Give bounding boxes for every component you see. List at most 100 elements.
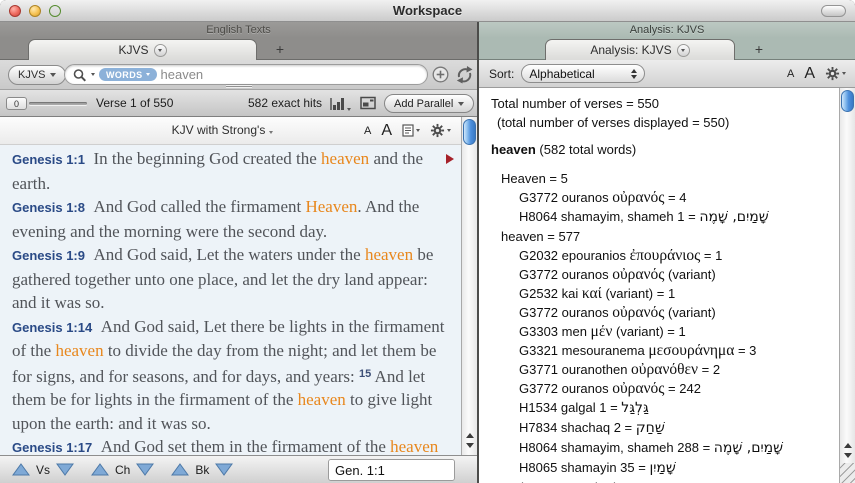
new-tab-button[interactable]: + [262, 38, 298, 60]
greek-word: μέν [591, 323, 613, 340]
hebrew-word: גַּלְגַּל [621, 400, 648, 416]
next-book-button[interactable] [215, 463, 233, 476]
analysis-entry: G2032 epouranios ἐπουράνιος = 1 [489, 246, 839, 265]
entry-text: G3303 men [519, 324, 591, 339]
analysis-entry: G3772 ouranos οὐρανός (variant) [489, 265, 839, 284]
goto-verse-input[interactable] [329, 460, 455, 480]
analysis-entry: H8065 shamayin שָׁמַיִן = 35 [489, 458, 839, 478]
hit-word: Heaven [305, 197, 357, 216]
entry-text: = 288 [677, 440, 714, 455]
greek-word: οὐρανός [612, 266, 664, 283]
workspace-window: Workspace English Texts KJVS + KJVS [0, 0, 855, 483]
entry-text: = 4 [664, 190, 686, 205]
text-display-toolbar: KJV with Strong's A A [0, 117, 477, 145]
previous-verse-button[interactable] [12, 463, 30, 476]
text-browser-icon[interactable] [360, 96, 377, 110]
entry-text: G2532 kai [519, 286, 582, 301]
greek-word: μεσουράνημα [648, 342, 734, 359]
scroll-down-arrow[interactable] [466, 443, 474, 448]
scroll-thumb[interactable] [841, 90, 854, 112]
entry-text: H8065 shamayin [519, 460, 620, 475]
pane-resize-handle[interactable] [226, 84, 252, 88]
entry-text: H7834 shachaq [519, 420, 614, 435]
entry-text: = 2 [698, 362, 720, 377]
scroll-thumb[interactable] [463, 119, 476, 145]
decrease-font-button[interactable]: A [364, 125, 371, 137]
module-select-button[interactable]: KJVS [8, 65, 66, 85]
entry-text: G3772 ouranos [519, 381, 612, 396]
window-resize-grip[interactable] [840, 463, 855, 483]
sort-select[interactable]: Alphabetical [521, 64, 645, 83]
sort-label: Sort: [489, 67, 514, 81]
add-search-term-button[interactable] [432, 66, 449, 83]
next-verse-button[interactable] [56, 463, 74, 476]
decrease-font-button[interactable]: A [787, 68, 794, 80]
hebrew-word: שָׁמַיִם, שָׁמֶה [714, 440, 783, 456]
tab-menu-button[interactable] [677, 44, 690, 57]
entry-text: = 2 [614, 420, 636, 435]
bk-label: Bk [195, 463, 209, 477]
total-verses-line: Total number of verses = 550 [489, 95, 839, 114]
gear-icon[interactable] [825, 66, 846, 81]
analysis-pane: Analysis: KJVS Analysis: KJVS + Sort: Al… [479, 22, 855, 483]
previous-chapter-button[interactable] [91, 463, 109, 476]
entry-text: heaven = 577 [501, 229, 580, 244]
entry-text: (No Key number) = 1 [519, 480, 640, 483]
display-settings-icon[interactable] [402, 124, 420, 137]
text-version-label: KJV with Strong's [172, 123, 266, 137]
context-slider-value[interactable]: 0 [6, 97, 27, 110]
search-icon[interactable] [73, 68, 87, 82]
verse: Genesis 1:14 And God said, Let there be … [12, 315, 447, 436]
increase-font-button[interactable]: A [381, 122, 392, 140]
scroll-track[interactable] [840, 88, 855, 437]
hit-count-label: 582 exact hits [248, 90, 322, 116]
previous-book-button[interactable] [171, 463, 189, 476]
gear-icon[interactable] [430, 123, 451, 138]
verse-ref: Genesis 1:8 [12, 200, 85, 215]
module-label: KJVS [18, 69, 46, 81]
next-chapter-button[interactable] [136, 463, 154, 476]
scroll-up-arrow[interactable] [466, 433, 474, 438]
verse: Genesis 1:8 And God called the firmament… [12, 195, 447, 243]
entry-text: (variant) [664, 267, 715, 282]
tab-menu-button[interactable] [154, 44, 167, 57]
displayed-verses-line: (total number of verses displayed = 550) [489, 114, 839, 133]
hit-word: heaven [321, 149, 369, 168]
search-input[interactable]: WORDS heaven [64, 64, 428, 85]
tab-kjvs[interactable]: KJVS [28, 39, 257, 60]
analysis-scrollbar[interactable] [839, 88, 855, 483]
analysis-entry: H1534 galgal גַּלְגַּל = 1 [489, 398, 839, 418]
entry-text: G3772 ouranos [519, 305, 612, 320]
context-slider[interactable] [29, 102, 87, 105]
goto-verse-combo [328, 459, 455, 481]
entry-text: = 242 [664, 381, 701, 396]
bible-text-area: Genesis 1:1 In the beginning God created… [0, 145, 461, 455]
toolbar-toggle-button[interactable] [821, 5, 846, 17]
hebrew-word: שָׁמַיִם, שָׁמֶה [699, 209, 768, 225]
research-icon[interactable] [454, 64, 475, 85]
analysis-toolbar: Sort: Alphabetical A A [479, 60, 855, 88]
scroll-down-arrow[interactable] [844, 453, 852, 458]
verse-text: In the beginning God created the [94, 149, 322, 168]
entry-text: G3772 ouranos [519, 267, 612, 282]
hebrew-word: שָׁמַיִן [649, 460, 675, 476]
entry-text: G3321 mesouranema [519, 343, 648, 358]
scroll-up-arrow[interactable] [844, 443, 852, 448]
add-parallel-button[interactable]: Add Parallel [384, 94, 474, 113]
entry-text: G2032 epouranios [519, 248, 630, 263]
analysis-entry: H8064 shamayim, shameh שָׁמַיִם, שָׁמֶה … [489, 207, 839, 227]
analysis-entry: (No Key number) = 1 [489, 478, 839, 483]
new-tab-button[interactable]: + [741, 38, 777, 60]
increase-font-button[interactable]: A [804, 65, 815, 83]
entry-text: = 1 [677, 209, 699, 224]
scroll-track[interactable] [462, 117, 477, 425]
entry-text: H8064 shamayim, shameh [519, 440, 677, 455]
search-menu-caret-icon[interactable] [91, 73, 95, 76]
search-scope-token[interactable]: WORDS [99, 68, 157, 81]
text-scrollbar[interactable] [461, 117, 477, 455]
greek-word: οὐρανός [612, 189, 664, 206]
popup-stepper-icon [631, 69, 637, 79]
tab-analysis-kjvs[interactable]: Analysis: KJVS [545, 39, 735, 60]
details-chart-icon[interactable] [330, 97, 351, 111]
entry-text: (variant) = 1 [602, 286, 675, 301]
